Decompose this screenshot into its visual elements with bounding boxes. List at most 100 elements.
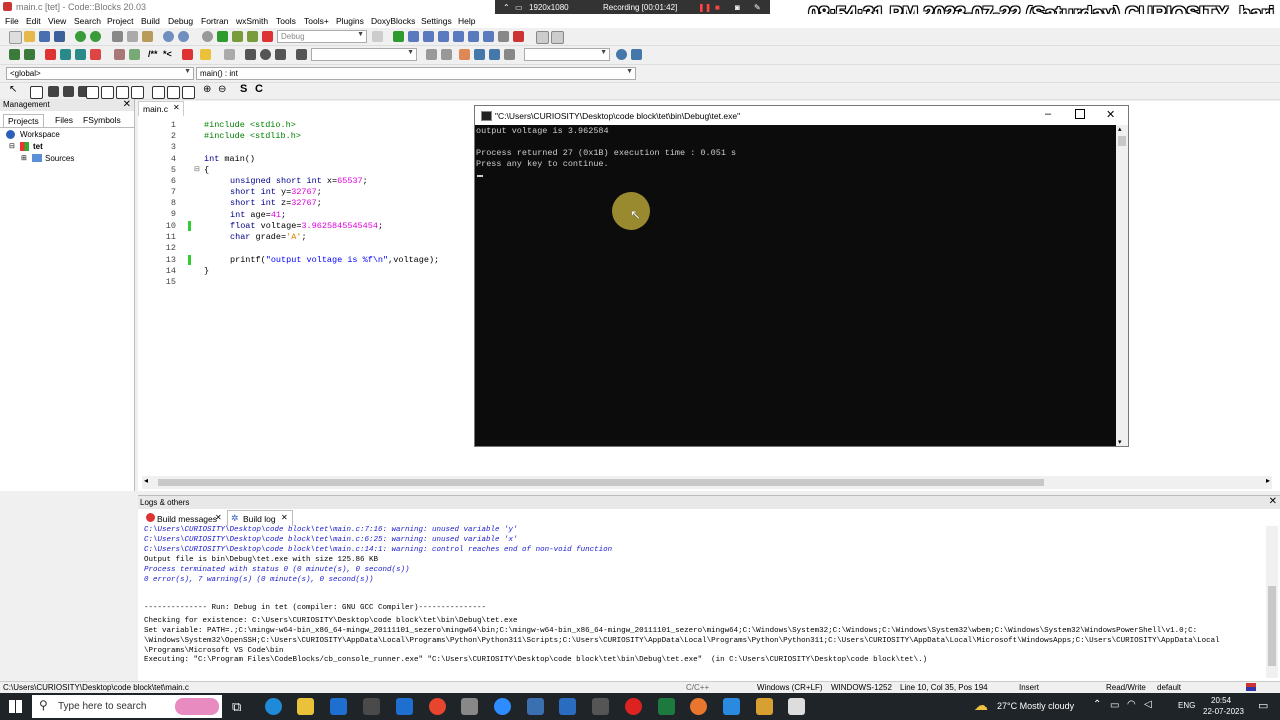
frame7-icon[interactable] [182,86,195,99]
scope-select[interactable]: <global> ▼ [6,67,194,80]
codeblocks-icon[interactable] [756,698,773,715]
break-icon[interactable] [498,31,509,42]
excel-icon[interactable] [658,698,675,715]
frame3-icon[interactable] [116,86,129,99]
abort-icon[interactable] [262,31,273,42]
new-file-icon[interactable] [9,31,22,44]
recorder-chevron-icon[interactable]: ⌃ [503,3,510,12]
search-options-icon[interactable] [631,49,642,60]
undo-icon[interactable] [75,31,86,42]
find-prev-icon[interactable] [426,49,437,60]
collapse-icon[interactable]: ⊟ [9,142,15,150]
match-case-icon[interactable] [489,49,500,60]
frame2-icon[interactable] [101,86,114,99]
menu-project[interactable]: Project [107,16,133,26]
search-dropdown-icon[interactable] [296,49,307,60]
save-icon[interactable] [39,31,50,42]
console-scrollbar[interactable]: ▴ ▾ [1116,125,1128,446]
scroll-thumb[interactable] [158,479,1044,486]
tab-build-log[interactable]: ✲ Build log ✕ [227,510,293,526]
menu-file[interactable]: File [5,16,19,26]
menu-wxsmith[interactable]: wxSmith [236,16,268,26]
step-out-icon[interactable] [453,31,464,42]
edge-icon[interactable] [265,698,282,715]
step-instruction-icon[interactable] [483,31,494,42]
toggle-comment-icon[interactable] [114,49,125,60]
chrome-icon[interactable] [429,698,446,715]
menu-doxyblocks[interactable]: DoxyBlocks [371,16,415,26]
firefox-icon[interactable] [690,698,707,715]
minimize-icon[interactable]: – [1045,108,1051,120]
pen-icon[interactable]: ✎ [754,3,761,12]
close-icon[interactable]: ✕ [215,513,222,522]
frame6-icon[interactable] [167,86,180,99]
close-icon[interactable]: ✕ [123,99,131,110]
build-target-select[interactable]: Debug ▼ [277,30,367,43]
search-combo[interactable]: ▼ [311,48,417,61]
frame-icon[interactable] [86,86,99,99]
clear-bookmarks-icon[interactable] [90,49,101,60]
tab-build-messages[interactable]: Build messages [157,514,217,524]
menu-view[interactable]: View [48,16,66,26]
s-icon[interactable]: S [240,83,247,95]
doxy-run-icon[interactable] [200,49,211,60]
file-explorer-icon[interactable] [297,698,314,715]
menu-search[interactable]: Search [74,16,101,26]
block-comment-icon[interactable]: /** [148,49,158,59]
scroll-up-icon[interactable]: ▴ [1118,125,1122,133]
input-language[interactable]: ENG [1178,701,1195,710]
camera-icon[interactable]: ◙ [735,3,740,12]
clock-date[interactable]: 22-07-2023 [1203,707,1244,716]
menu-debug[interactable]: Debug [168,16,193,26]
open-icon[interactable] [24,31,35,42]
target-options-icon[interactable] [372,31,383,42]
doxy-extract-icon[interactable] [182,49,193,60]
close-icon[interactable]: ✕ [1269,496,1277,507]
menu-tools-plus[interactable]: Tools+ [304,16,329,26]
zoom-out-icon[interactable]: ⊖ [218,84,226,95]
jump-back-icon[interactable] [245,49,256,60]
frame5-icon[interactable] [152,86,165,99]
taskbar-search[interactable]: ⚲ Type here to search [32,695,222,718]
scroll-right-icon[interactable]: ▸ [1266,476,1270,485]
scroll-thumb[interactable] [1118,136,1126,146]
windows-start-icon[interactable] [9,700,22,713]
search-icon[interactable] [616,49,627,60]
vscode-icon[interactable] [723,698,740,715]
volume-icon[interactable]: ◁ [1144,699,1152,710]
frame4-icon[interactable] [131,86,144,99]
widget-icon[interactable] [48,86,59,97]
next-bookmark-icon[interactable] [75,49,86,60]
widget2-icon[interactable] [63,86,74,97]
editor-tab-main[interactable]: main.c ✕ [138,101,184,116]
build-icon[interactable] [202,31,213,42]
close-icon[interactable]: ✕ [173,103,180,112]
copy-icon[interactable] [127,31,138,42]
redo-icon[interactable] [90,31,101,42]
incremental-search-combo[interactable]: ▼ [524,48,610,61]
log-scrollbar[interactable] [1266,526,1278,678]
menu-settings[interactable]: Settings [421,16,452,26]
maximize-icon[interactable] [1075,109,1085,119]
prev-bookmark-icon[interactable] [60,49,71,60]
tab-fsymbols[interactable]: FSymbols [79,114,125,126]
notifications-icon[interactable]: ▭ [1258,699,1268,712]
menu-build[interactable]: Build [141,16,160,26]
app4-icon[interactable] [788,698,805,715]
tree-workspace[interactable]: Workspace [20,130,60,139]
record-macro-icon[interactable] [260,49,271,60]
rebuild-icon[interactable] [247,31,258,42]
close-icon[interactable]: ✕ [281,513,288,522]
debug-windows-icon[interactable] [536,31,549,44]
ide-icon[interactable] [559,698,576,715]
debug-icon[interactable] [393,31,404,42]
scroll-thumb[interactable] [1268,586,1276,666]
word-icon[interactable] [396,698,413,715]
network-icon[interactable]: ▭ [1110,700,1119,711]
c-icon[interactable]: C [255,83,263,95]
build-run-icon[interactable] [232,31,243,42]
horizontal-scrollbar[interactable]: ◂ ▸ [142,476,1272,489]
uncomment-icon[interactable] [129,49,140,60]
tab-files[interactable]: Files [51,114,77,126]
selected-text-icon[interactable] [474,49,485,60]
